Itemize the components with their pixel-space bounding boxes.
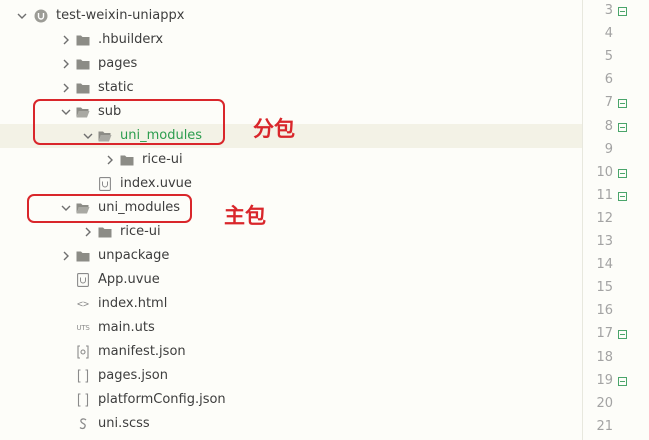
line-number: 14 xyxy=(596,257,613,273)
tree-item-label: test-weixin-uniappx xyxy=(56,8,185,23)
html-file-icon: <> xyxy=(76,298,90,310)
tree-item-label: index.html xyxy=(98,296,168,311)
editor-gutter: 3 4 5 6 7 8 9 10 11 12 13 14 15 16 17 18 19 20 21 xyxy=(582,0,649,440)
line-number: 16 xyxy=(596,303,613,319)
tree-item[interactable]: pages xyxy=(0,52,582,76)
tree-item[interactable]: static xyxy=(0,76,582,100)
tree-item-label: manifest.json xyxy=(98,344,186,359)
folder-icon xyxy=(76,33,90,47)
scss-file-icon xyxy=(76,417,90,431)
folder-icon xyxy=(76,81,90,95)
line-number: 8 xyxy=(604,118,613,134)
uts-file-icon: UTS xyxy=(76,321,90,335)
fold-toggle-icon[interactable] xyxy=(618,191,627,201)
chevron-down-icon[interactable] xyxy=(16,10,28,22)
tree-item-label: index.uvue xyxy=(120,176,192,191)
tree-item-label: .hbuilderx xyxy=(98,32,164,47)
folder-icon xyxy=(76,249,90,263)
uvue-file-icon xyxy=(76,273,90,287)
line-number: 21 xyxy=(596,418,613,434)
tree-item-label: platformConfig.json xyxy=(98,392,226,407)
chevron-right-icon[interactable] xyxy=(60,34,72,46)
folder-icon xyxy=(120,153,134,167)
sub-package-annotation: 分包 xyxy=(253,117,295,141)
uvue-file-icon xyxy=(98,177,112,191)
line-number: 6 xyxy=(604,72,613,88)
project-root-row[interactable]: test-weixin-uniappx xyxy=(0,4,582,28)
folder-icon xyxy=(98,225,112,239)
json-file-icon xyxy=(76,393,90,407)
tree-item[interactable]: .hbuilderx xyxy=(0,28,582,52)
line-number: 12 xyxy=(596,210,613,226)
chevron-right-icon[interactable] xyxy=(104,154,116,166)
json-file-icon xyxy=(76,369,90,383)
fold-toggle-icon[interactable] xyxy=(618,7,627,16)
tree-item[interactable]: unpackage xyxy=(0,244,582,268)
tree-item[interactable]: platformConfig.json xyxy=(0,388,582,412)
uts-icon-text: UTS xyxy=(76,324,90,332)
tree-item-label: pages xyxy=(98,56,138,71)
sub-package-highlight xyxy=(33,99,225,145)
tree-item-label: rice-ui xyxy=(142,152,183,167)
fold-toggle-icon[interactable] xyxy=(618,168,627,178)
line-number: 19 xyxy=(596,372,613,388)
line-number: 18 xyxy=(596,349,613,365)
line-number: 11 xyxy=(596,187,613,203)
chevron-right-icon[interactable] xyxy=(82,226,94,238)
tree-item[interactable]: <> index.html xyxy=(0,292,582,316)
line-number: 7 xyxy=(604,95,613,111)
tree-item[interactable]: UTS main.uts xyxy=(0,316,582,340)
tree-item-label: static xyxy=(98,80,134,95)
tree-item[interactable]: pages.json xyxy=(0,364,582,388)
line-number: 17 xyxy=(596,326,613,342)
main-package-highlight xyxy=(27,194,192,223)
project-icon xyxy=(34,9,48,23)
tree-item-label: rice-ui xyxy=(120,224,161,239)
tree-item-label: pages.json xyxy=(98,368,168,383)
line-number: 15 xyxy=(596,280,613,296)
tree-item[interactable]: rice-ui xyxy=(0,220,582,244)
fold-toggle-icon[interactable] xyxy=(618,99,627,109)
chevron-right-icon[interactable] xyxy=(60,58,72,70)
chevron-right-icon[interactable] xyxy=(60,82,72,94)
chevron-right-icon[interactable] xyxy=(60,250,72,262)
fold-toggle-icon[interactable] xyxy=(618,376,627,386)
line-number: 10 xyxy=(596,164,613,180)
tree-item[interactable]: index.uvue xyxy=(0,172,582,196)
folder-icon xyxy=(76,57,90,71)
tree-item-label: uni.scss xyxy=(98,416,150,431)
main-package-annotation: 主包 xyxy=(224,204,266,228)
line-number: 4 xyxy=(604,26,613,42)
line-number: 3 xyxy=(604,3,613,18)
line-number: 20 xyxy=(596,395,613,411)
tree-item-label: App.uvue xyxy=(98,272,160,287)
tree-item[interactable]: manifest.json xyxy=(0,340,582,364)
tree-item[interactable]: App.uvue xyxy=(0,268,582,292)
line-number: 13 xyxy=(596,234,613,249)
manifest-file-icon xyxy=(76,345,90,359)
tree-item-label: unpackage xyxy=(98,248,170,263)
fold-toggle-icon[interactable] xyxy=(618,122,627,132)
tree-item-label: main.uts xyxy=(98,320,155,335)
line-number: 5 xyxy=(604,49,613,65)
tree-item[interactable]: rice-ui xyxy=(0,148,582,172)
line-number: 9 xyxy=(604,141,613,157)
tree-item[interactable]: uni.scss xyxy=(0,412,582,436)
fold-toggle-icon[interactable] xyxy=(618,330,627,340)
